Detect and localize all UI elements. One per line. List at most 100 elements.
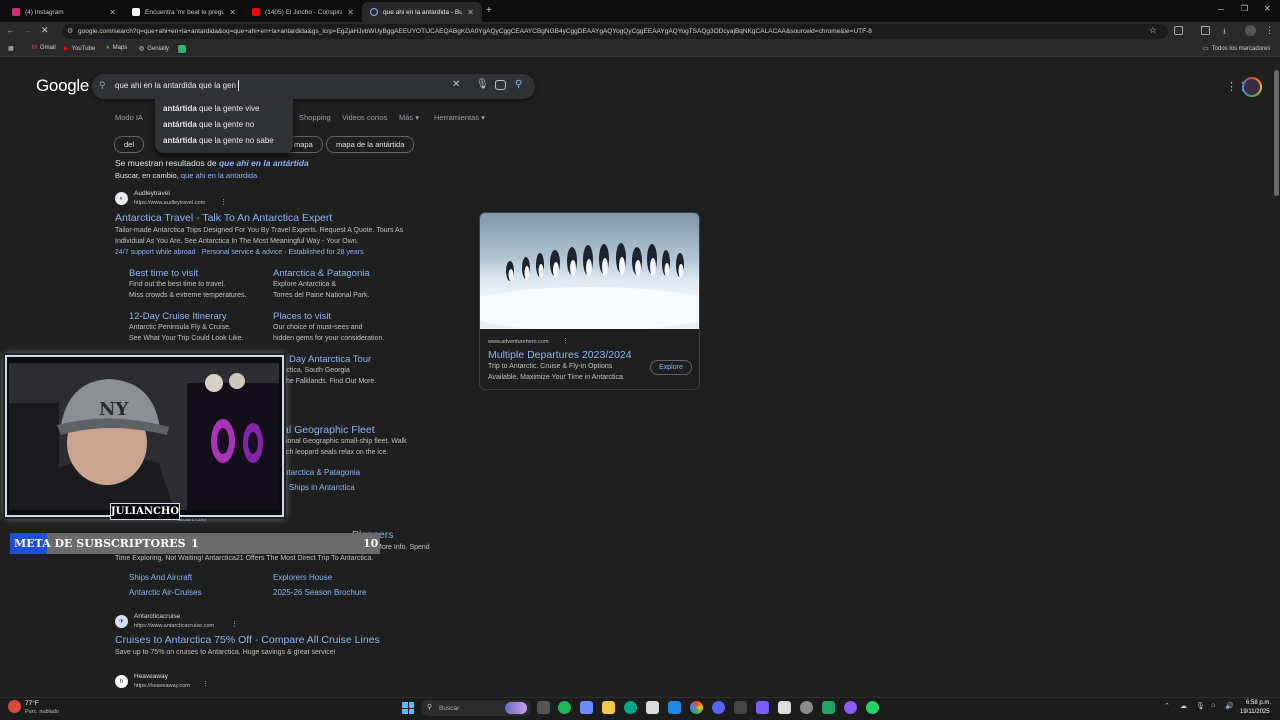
nav-modo-ia[interactable]: Modo IA — [115, 113, 143, 122]
site-info-icon[interactable]: ⚙ — [67, 27, 73, 35]
nav-mas[interactable]: Más ▾ — [399, 113, 419, 122]
task-view-icon[interactable] — [537, 701, 550, 714]
result-extensions[interactable]: 24/7 support while abroad · Personal ser… — [115, 249, 364, 256]
weather-desc[interactable]: Parc. nublado — [25, 709, 59, 715]
volume-icon[interactable]: 🔊 — [1225, 702, 1234, 710]
original-query-link[interactable]: que ahi en la antardida — [181, 171, 257, 180]
account-avatar[interactable] — [1242, 77, 1262, 97]
bookmark-extra[interactable] — [178, 45, 186, 53]
all-bookmarks[interactable]: ▭ Todos los marcadores — [1203, 45, 1270, 53]
suggestion-item[interactable]: antártida que la gente vive — [163, 104, 260, 113]
maximize-button[interactable]: ❐ — [1241, 4, 1248, 13]
address-bar[interactable]: google.com/search?q=que+ahi+en+la+antard… — [62, 24, 1168, 39]
bookmark-maps[interactable]: ● Maps — [106, 45, 127, 51]
weather-icon[interactable] — [8, 700, 21, 713]
tab-google-search[interactable]: que ahi en la antardida - Busca ✕ — [362, 2, 482, 22]
nav-videos-cortos[interactable]: Videos cortos — [342, 113, 387, 122]
search-submit-icon[interactable]: ⚲ — [515, 79, 522, 90]
tab-instagram[interactable]: (4) Instagram ✕ — [4, 2, 124, 22]
app-icon[interactable] — [668, 701, 681, 714]
whatsapp-icon[interactable] — [866, 701, 879, 714]
search-input[interactable]: que ahi en la antardida que la gen — [115, 81, 236, 90]
bookmark-genially[interactable]: ◎ Genially — [139, 45, 169, 53]
apps-icon[interactable]: ▦ — [8, 45, 14, 52]
file-explorer-icon[interactable] — [602, 701, 615, 714]
close-window-button[interactable]: ✕ — [1264, 4, 1271, 13]
copilot-icon[interactable] — [580, 701, 593, 714]
more-options-icon[interactable]: ⋮ — [220, 198, 227, 206]
stop-button[interactable]: ✕ — [41, 25, 49, 36]
bookmark-youtube[interactable]: ▶ YouTube — [64, 45, 95, 53]
nav-herramientas[interactable]: Herramientas ▾ — [434, 113, 485, 122]
sitelink[interactable]: Day Antarctica Tour — [289, 354, 371, 365]
chip-mapa-antartida[interactable]: mapa de la antártida — [326, 136, 415, 153]
extensions-icon[interactable] — [1174, 26, 1183, 35]
clock-time[interactable]: 6:58 p.m. — [1246, 700, 1271, 706]
store-icon[interactable] — [646, 701, 659, 714]
sitelink[interactable]: Antarctic Air-Cruises — [129, 588, 201, 597]
edge-icon[interactable] — [624, 701, 637, 714]
sitelink-desc: See What Your Trip Could Look Like. — [129, 335, 244, 342]
menu-icon[interactable]: ⋮ — [1265, 25, 1274, 36]
bookmark-star-icon[interactable]: ☆ — [1149, 25, 1157, 36]
result-title[interactable]: Antarctica Travel - Talk To An Antarctic… — [115, 212, 332, 224]
suggestion-item[interactable]: antártida que la gente no sabe — [163, 136, 274, 145]
explore-button[interactable]: Explore — [650, 360, 692, 375]
sitelink[interactable]: 2025-26 Season Brochure — [273, 588, 366, 597]
chrome-icon[interactable] — [690, 701, 703, 714]
result-title[interactable]: Cruises to Antarctica 75% Off - Compare … — [115, 634, 380, 646]
clock-date[interactable]: 19/11/2025 — [1240, 709, 1270, 715]
nav-shopping[interactable]: Shopping — [299, 113, 331, 122]
windows-start-icon[interactable] — [402, 702, 414, 714]
sitelink[interactable]: ntarctica & Patagonia — [284, 468, 360, 477]
network-icon[interactable]: ⌂ — [1211, 702, 1215, 709]
mic-icon[interactable]: 🎙 — [476, 79, 489, 90]
result-title[interactable]: al Geographic Fleet — [283, 424, 375, 436]
more-options-icon[interactable]: ⋮ — [231, 620, 238, 628]
obs-icon[interactable] — [734, 701, 747, 714]
close-icon[interactable]: ✕ — [229, 8, 236, 17]
app-icon[interactable] — [756, 701, 769, 714]
spotify-icon[interactable] — [558, 701, 571, 714]
sitelink[interactable]: 12-Day Cruise Itinerary — [129, 311, 227, 322]
suggestion-item[interactable]: antártida que la gente no — [163, 120, 254, 129]
clear-icon[interactable]: ✕ — [452, 79, 460, 90]
sitelink[interactable]: Ships And Aircraft — [129, 573, 192, 582]
minimize-button[interactable]: ─ — [1218, 5, 1224, 14]
corrected-query-link[interactable]: que ahi en la antártida — [219, 158, 309, 168]
discord-icon[interactable] — [712, 701, 725, 714]
close-icon[interactable]: ✕ — [347, 8, 354, 17]
ad-title[interactable]: Multiple Departures 2023/2024 — [488, 349, 632, 361]
sitelink[interactable]: Explorers House — [273, 573, 332, 582]
close-icon[interactable]: ✕ — [109, 8, 116, 17]
scrollbar-thumb[interactable] — [1274, 70, 1279, 196]
sidepanel-icon[interactable] — [1201, 26, 1210, 35]
more-options-icon[interactable]: ⋮ — [202, 680, 209, 688]
lens-icon[interactable] — [495, 80, 506, 90]
bookmark-gmail[interactable]: M Gmail — [32, 45, 56, 51]
excel-icon[interactable] — [822, 701, 835, 714]
back-button[interactable]: ← — [6, 25, 15, 35]
app-icon[interactable] — [800, 701, 813, 714]
app-icon[interactable] — [844, 701, 857, 714]
capcut-icon[interactable] — [778, 701, 791, 714]
mic-icon[interactable]: 🎙 — [1196, 702, 1205, 710]
tab-tiktok[interactable]: Encuentra 'mr beat le pregunta ✕ — [124, 2, 244, 22]
more-options-icon[interactable]: ⋮ — [562, 337, 569, 345]
tray-chevron-icon[interactable]: ⌃ — [1164, 702, 1170, 710]
download-icon[interactable]: ⭳ — [1223, 26, 1226, 40]
new-tab-button[interactable]: + — [486, 5, 492, 16]
google-logo[interactable]: Google — [36, 76, 89, 96]
profile-avatar[interactable] — [1245, 25, 1256, 36]
sitelink[interactable]: r Ships in Antarctica — [284, 483, 355, 492]
tab-youtube[interactable]: (1405) El Jincho - Conspiracion ✕ — [244, 2, 362, 22]
weather-temp[interactable]: 77°F — [25, 700, 39, 707]
sitelink[interactable]: Best time to visit — [129, 268, 198, 279]
cloud-icon[interactable]: ☁ — [1180, 702, 1187, 710]
ad-card[interactable]: www.adventurehero.com ⋮ Multiple Departu… — [479, 212, 700, 390]
sitelink[interactable]: Places to visit — [273, 311, 331, 322]
forward-button[interactable]: → — [23, 25, 32, 35]
sitelink[interactable]: Antarctica & Patagonia — [273, 268, 370, 279]
chip-del[interactable]: del — [114, 136, 145, 153]
close-icon[interactable]: ✕ — [467, 8, 474, 17]
